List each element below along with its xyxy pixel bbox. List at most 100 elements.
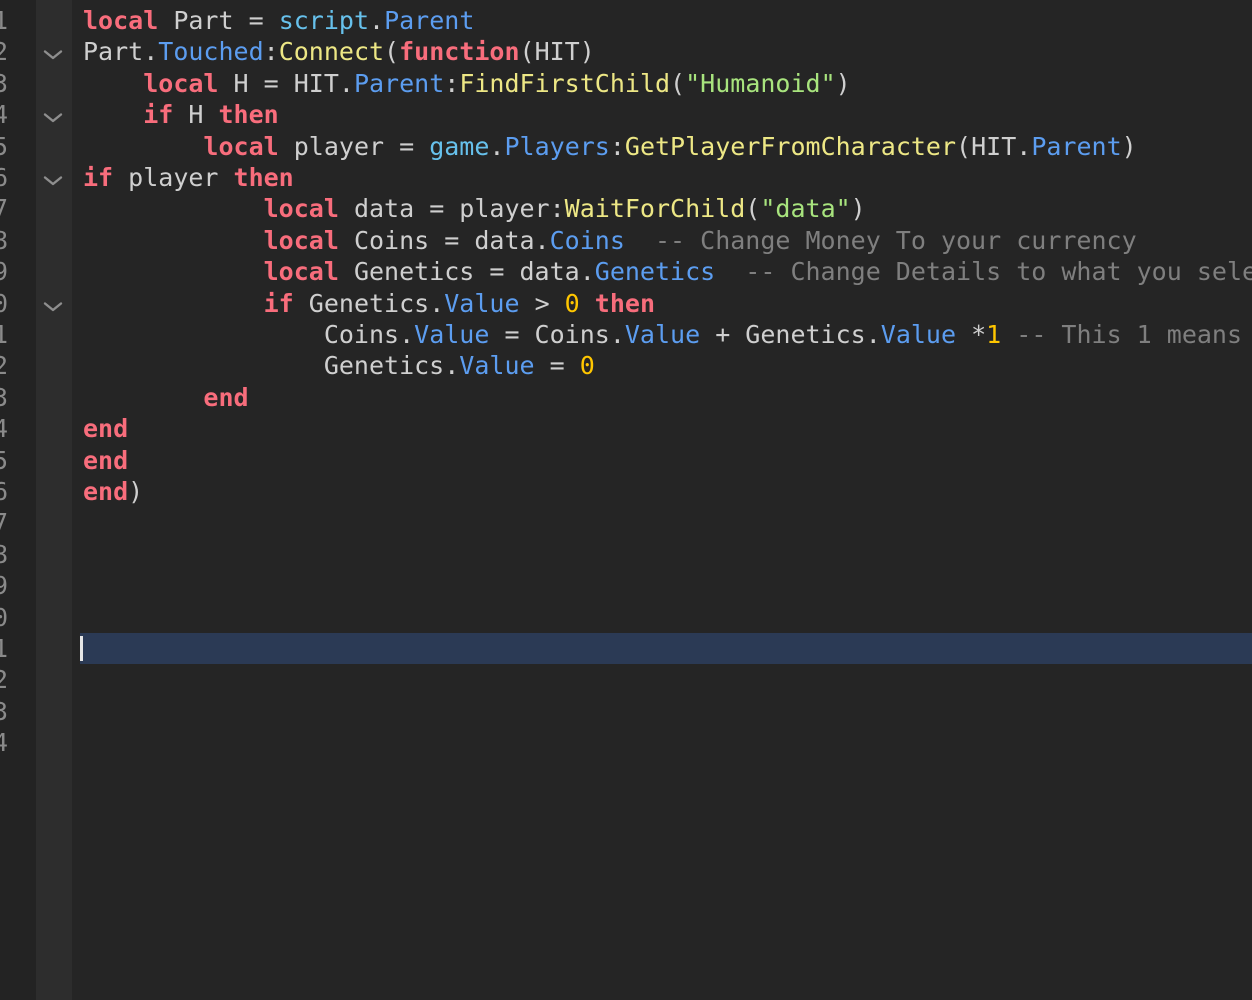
code-token-kw[interactable]: end — [203, 383, 248, 412]
code-line[interactable]: end — [83, 382, 249, 413]
code-token-pl[interactable] — [83, 132, 203, 161]
code-token-pr[interactable]: Coins — [550, 226, 625, 255]
code-token-pl[interactable]: ( — [384, 37, 399, 66]
code-token-pl[interactable]: + Genetics. — [700, 320, 881, 349]
code-line[interactable]: end) — [83, 476, 143, 507]
code-token-pl[interactable]: ( — [670, 69, 685, 98]
code-token-str[interactable]: "Humanoid" — [685, 69, 836, 98]
code-line[interactable]: end — [83, 445, 128, 476]
code-token-pl[interactable]: Genetics. — [294, 289, 445, 318]
code-token-pl[interactable]: . — [489, 132, 504, 161]
code-token-kw[interactable]: then — [595, 289, 655, 318]
code-token-pr[interactable]: Value — [444, 289, 519, 318]
code-token-pr[interactable]: Value — [414, 320, 489, 349]
code-token-pl[interactable] — [83, 383, 203, 412]
code-token-num[interactable]: 0 — [565, 289, 580, 318]
code-token-pl[interactable]: : — [264, 37, 279, 66]
code-token-pl[interactable]: = Coins. — [489, 320, 624, 349]
code-token-kw[interactable]: end — [83, 477, 128, 506]
code-token-pr[interactable]: Touched — [158, 37, 263, 66]
code-token-pl[interactable]: Part = — [158, 6, 278, 35]
code-token-pl[interactable] — [83, 69, 143, 98]
code-token-pl[interactable]: = — [535, 351, 580, 380]
code-token-pl[interactable] — [625, 226, 655, 255]
code-token-pl[interactable] — [580, 289, 595, 318]
code-token-pl[interactable]: player = — [279, 132, 430, 161]
code-token-kw[interactable]: local — [143, 69, 218, 98]
code-line[interactable]: local H = HIT.Parent:FindFirstChild("Hum… — [83, 68, 851, 99]
code-line[interactable]: local data = player:WaitForChild("data") — [83, 193, 866, 224]
code-token-pr[interactable]: Parent — [1031, 132, 1121, 161]
code-token-pl[interactable]: : — [444, 69, 459, 98]
code-line[interactable]: if Genetics.Value > 0 then — [83, 288, 655, 319]
code-token-pr[interactable]: Players — [504, 132, 609, 161]
code-token-pl[interactable]: . — [369, 6, 384, 35]
code-token-pl[interactable]: ( — [745, 194, 760, 223]
code-line[interactable]: end — [83, 413, 128, 444]
code-token-kw[interactable]: local — [264, 194, 339, 223]
fold-chevron-icon[interactable] — [43, 109, 63, 121]
code-line[interactable]: Coins.Value = Coins.Value + Genetics.Val… — [83, 319, 1242, 350]
code-token-kw[interactable]: then — [218, 100, 278, 129]
code-token-pl[interactable]: data = player: — [339, 194, 565, 223]
code-token-pl[interactable]: ) — [1122, 132, 1137, 161]
code-token-pl[interactable]: Coins = data. — [339, 226, 550, 255]
code-token-cm[interactable]: -- This 1 means — [1016, 320, 1242, 349]
code-token-pl[interactable]: * — [956, 320, 986, 349]
code-line[interactable]: if H then — [83, 99, 279, 130]
code-token-pr[interactable]: Genetics — [595, 257, 715, 286]
code-token-pl[interactable] — [83, 194, 264, 223]
code-token-pr[interactable]: Parent — [354, 69, 444, 98]
code-token-str[interactable]: "data" — [760, 194, 850, 223]
code-token-kw[interactable]: function — [399, 37, 519, 66]
code-token-mth[interactable]: Connect — [279, 37, 384, 66]
code-editor-text-area[interactable]: local Part = script.ParentPart.Touched:C… — [72, 0, 1252, 1000]
code-token-kw[interactable]: local — [264, 257, 339, 286]
code-token-num[interactable]: 1 — [986, 320, 1001, 349]
code-token-pl[interactable]: player — [113, 163, 233, 192]
code-token-pl[interactable] — [83, 226, 264, 255]
code-token-num[interactable]: 0 — [580, 351, 595, 380]
code-token-kw[interactable]: local — [264, 226, 339, 255]
fold-chevron-icon[interactable] — [43, 172, 63, 184]
code-token-pr[interactable]: Parent — [384, 6, 474, 35]
code-token-kw[interactable]: local — [83, 6, 158, 35]
code-token-pr[interactable]: Value — [881, 320, 956, 349]
code-token-pl[interactable]: Genetics. — [83, 351, 459, 380]
code-token-kw[interactable]: if — [83, 163, 113, 192]
code-token-pr[interactable]: Value — [459, 351, 534, 380]
code-line[interactable]: local Part = script.Parent — [83, 5, 474, 36]
code-line[interactable]: Part.Touched:Connect(function(HIT) — [83, 36, 595, 67]
code-line[interactable]: local Genetics = data.Genetics -- Change… — [83, 256, 1252, 287]
code-token-kw[interactable]: if — [264, 289, 294, 318]
code-token-pl[interactable]: ) — [128, 477, 143, 506]
code-token-pl[interactable]: Part. — [83, 37, 158, 66]
code-token-gl[interactable]: script — [279, 6, 369, 35]
code-token-pl[interactable]: H = HIT. — [218, 69, 353, 98]
code-token-pl[interactable]: : — [610, 132, 625, 161]
code-token-pl[interactable] — [715, 257, 745, 286]
code-token-cm[interactable]: -- Change Money To your currency — [655, 226, 1137, 255]
code-token-pl[interactable] — [83, 257, 264, 286]
code-token-pl[interactable] — [83, 100, 143, 129]
code-line[interactable]: local Coins = data.Coins -- Change Money… — [83, 225, 1137, 256]
code-token-mth[interactable]: GetPlayerFromCharacter — [625, 132, 956, 161]
code-line[interactable]: Genetics.Value = 0 — [83, 350, 595, 381]
code-token-kw[interactable]: then — [234, 163, 294, 192]
code-token-pl[interactable]: (HIT) — [520, 37, 595, 66]
code-token-pl[interactable] — [1001, 320, 1016, 349]
code-token-kw[interactable]: end — [83, 414, 128, 443]
fold-chevron-icon[interactable] — [43, 298, 63, 310]
code-line[interactable]: if player then — [83, 162, 294, 193]
code-token-cm[interactable]: -- Change Details to what you selected — [745, 257, 1252, 286]
code-token-pl[interactable]: ) — [836, 69, 851, 98]
code-token-pl[interactable]: ) — [851, 194, 866, 223]
code-token-pl[interactable]: (HIT. — [956, 132, 1031, 161]
code-token-kw[interactable]: if — [143, 100, 173, 129]
code-token-pl[interactable]: Genetics = data. — [339, 257, 595, 286]
code-token-pl[interactable]: Coins. — [83, 320, 414, 349]
code-token-pl[interactable]: H — [173, 100, 218, 129]
code-token-mth[interactable]: WaitForChild — [565, 194, 746, 223]
code-token-pr[interactable]: Value — [625, 320, 700, 349]
code-token-pl[interactable]: > — [520, 289, 565, 318]
